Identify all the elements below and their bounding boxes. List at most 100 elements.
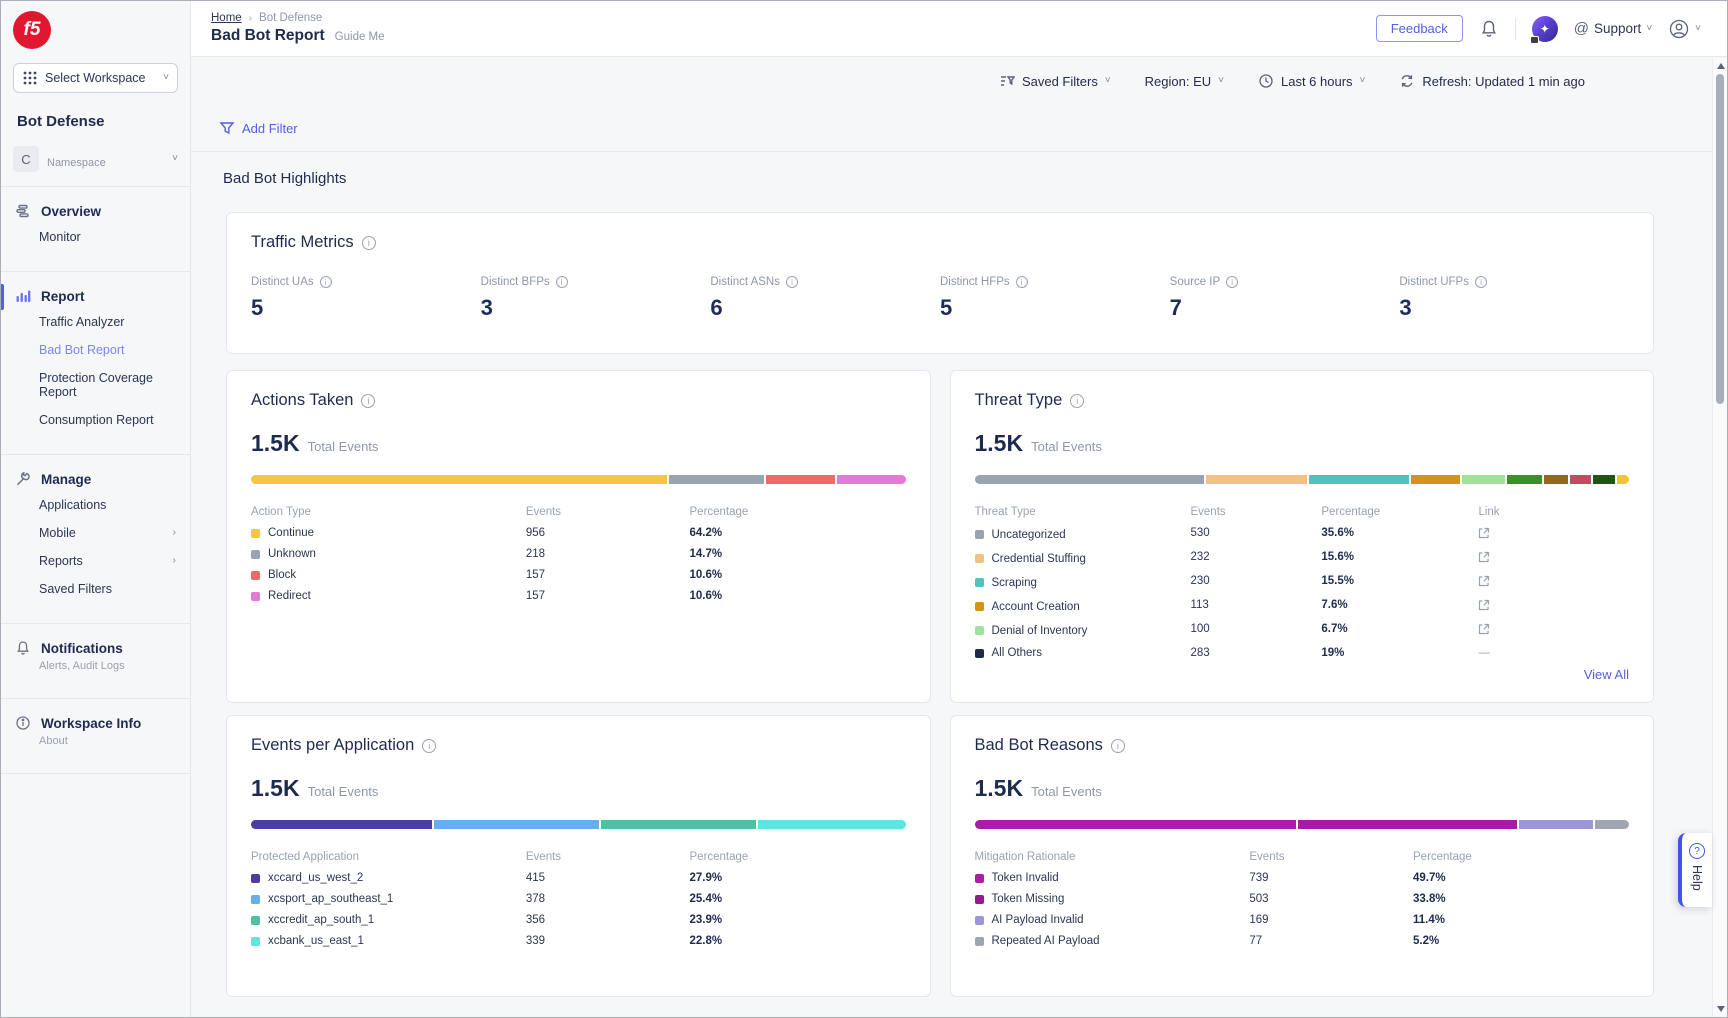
scrollbar-thumb[interactable]: [1716, 74, 1724, 404]
external-link-icon[interactable]: [1478, 575, 1490, 587]
bar-segment: [1298, 820, 1517, 829]
actions-stacked-bar: [251, 475, 906, 484]
legend-swatch: [251, 895, 260, 904]
refresh-icon: [1399, 73, 1415, 89]
column-header: Protected Application: [251, 851, 526, 863]
sidebar-item-notifications[interactable]: Notifications: [1, 630, 190, 660]
info-icon[interactable]: i: [556, 276, 568, 288]
external-link-icon[interactable]: [1478, 551, 1490, 563]
sidebar-item-applications[interactable]: Applications: [1, 491, 190, 519]
row-label: Repeated AI Payload: [992, 935, 1100, 947]
bar-segment: [1519, 820, 1593, 829]
ai-assistant-icon[interactable]: ✦: [1532, 16, 1558, 42]
row-events: 232: [1190, 551, 1321, 566]
info-icon[interactable]: i: [422, 739, 436, 753]
sidebar-item-consumption-report[interactable]: Consumption Report: [1, 406, 190, 434]
legend-swatch: [251, 592, 260, 601]
account-menu[interactable]: ˅: [1668, 18, 1701, 40]
saved-filters-dropdown[interactable]: Saved Filters ˅: [999, 73, 1111, 89]
sidebar-item-bad-bot-report[interactable]: Bad Bot Report: [1, 336, 190, 364]
sidebar-item-label: Traffic Analyzer: [39, 315, 176, 329]
info-icon[interactable]: i: [1111, 739, 1125, 753]
info-icon[interactable]: i: [1016, 276, 1028, 288]
add-filter-button[interactable]: Add Filter: [219, 120, 298, 136]
scrollbar[interactable]: [1712, 58, 1727, 1017]
legend-swatch: [251, 550, 260, 559]
bar-segment: [975, 475, 1205, 484]
row-percentage: 27.9%: [690, 872, 906, 884]
feedback-button[interactable]: Feedback: [1376, 15, 1463, 42]
nav-group-manage: Manage Applications Mobile› Reports› Sav…: [1, 455, 190, 609]
sidebar-item-label: Monitor: [39, 230, 176, 244]
workspace-selector[interactable]: Select Workspace ˅: [13, 63, 178, 93]
support-menu[interactable]: @ Support ˅: [1574, 20, 1652, 37]
legend-swatch: [975, 626, 984, 635]
breadcrumb-current: Bot Defense: [259, 12, 322, 24]
info-icon[interactable]: i: [1475, 276, 1487, 288]
row-percentage: 14.7%: [690, 548, 906, 560]
sidebar-item-protection-coverage-report[interactable]: Protection Coverage Report: [1, 364, 190, 406]
help-tab-label: Help: [1690, 865, 1704, 891]
bar-segment: [1617, 475, 1629, 484]
breadcrumb-home-link[interactable]: Home: [211, 12, 242, 24]
sidebar-item-label: Bad Bot Report: [39, 343, 176, 357]
region-dropdown[interactable]: Region: EU ˅: [1145, 74, 1224, 89]
total-events-value: 1.5K: [251, 775, 300, 802]
external-link-icon[interactable]: [1478, 527, 1490, 539]
sidebar-item-mobile[interactable]: Mobile›: [1, 519, 190, 547]
row-events: 169: [1249, 914, 1413, 926]
sidebar-item-reports[interactable]: Reports›: [1, 547, 190, 575]
info-icon[interactable]: i: [320, 276, 332, 288]
sidebar-item-label: Applications: [39, 498, 176, 512]
notification-bell-icon[interactable]: [1479, 19, 1499, 39]
time-range-dropdown[interactable]: Last 6 hours ˅: [1258, 73, 1365, 89]
refresh-button[interactable]: Refresh: Updated 1 min ago: [1399, 73, 1585, 89]
help-tab[interactable]: ? Help: [1678, 833, 1712, 907]
row-label: xccard_us_west_2: [268, 872, 363, 884]
metric-distinct-hfps: Distinct HFPsi 5: [940, 276, 1170, 321]
refresh-label: Refresh: Updated 1 min ago: [1422, 74, 1585, 89]
metric-value: 5: [251, 295, 481, 321]
sidebar-item-traffic-analyzer[interactable]: Traffic Analyzer: [1, 308, 190, 336]
sidebar-item-manage[interactable]: Manage: [1, 461, 190, 491]
external-link-icon[interactable]: [1478, 599, 1490, 611]
actions-table: Action Type Events Percentage Continue 9…: [251, 506, 906, 602]
total-events-label: Total Events: [308, 439, 379, 454]
nav-group-overview: Overview Monitor: [1, 187, 190, 257]
sidebar-item-overview[interactable]: Overview: [1, 193, 190, 223]
info-icon[interactable]: i: [786, 276, 798, 288]
actions-taken-card: Actions Takeni 1.5KTotal Events Action T…: [226, 370, 931, 703]
info-icon[interactable]: i: [1226, 276, 1238, 288]
chevron-down-icon: ˅: [1218, 76, 1224, 86]
legend-swatch: [251, 874, 260, 883]
column-header: Events: [526, 506, 690, 518]
metric-label: Distinct UAs: [251, 276, 314, 288]
sidebar-item-workspace-info[interactable]: Workspace Info: [1, 705, 190, 735]
sidebar-item-label: Manage: [41, 472, 91, 487]
column-header: Events: [1249, 851, 1413, 863]
row-events: 230: [1190, 575, 1321, 590]
scroll-down-icon[interactable]: [1717, 1006, 1725, 1012]
column-header: Link: [1478, 506, 1629, 518]
card-title: Bad Bot Reasons: [975, 736, 1103, 755]
info-icon[interactable]: i: [1070, 394, 1084, 408]
top-bar: Home › Bot Defense Bad Bot Report Guide …: [191, 1, 1727, 57]
guide-me-link[interactable]: Guide Me: [335, 31, 385, 43]
bar-segment: [251, 820, 432, 829]
scroll-up-icon[interactable]: [1717, 63, 1725, 69]
external-link-icon[interactable]: [1478, 623, 1490, 635]
sidebar-item-saved-filters[interactable]: Saved Filters: [1, 575, 190, 603]
sidebar-item-report[interactable]: Report: [1, 278, 190, 308]
metric-value: 3: [1399, 295, 1629, 321]
sidebar-item-sublabel: About: [1, 735, 190, 753]
namespace-selector[interactable]: C Namespace ˅: [13, 146, 178, 172]
info-icon[interactable]: i: [362, 236, 376, 250]
row-events: 100: [1190, 623, 1321, 638]
sidebar-item-monitor[interactable]: Monitor: [1, 223, 190, 251]
events-app-stacked-bar: [251, 820, 906, 829]
row-label: Denial of Inventory: [992, 625, 1088, 637]
view-all-link[interactable]: View All: [1584, 667, 1629, 682]
info-icon[interactable]: i: [361, 394, 375, 408]
sidebar: f5 Select Workspace ˅ Bot Defense C Name…: [1, 1, 191, 1017]
bar-segment: [669, 475, 764, 484]
